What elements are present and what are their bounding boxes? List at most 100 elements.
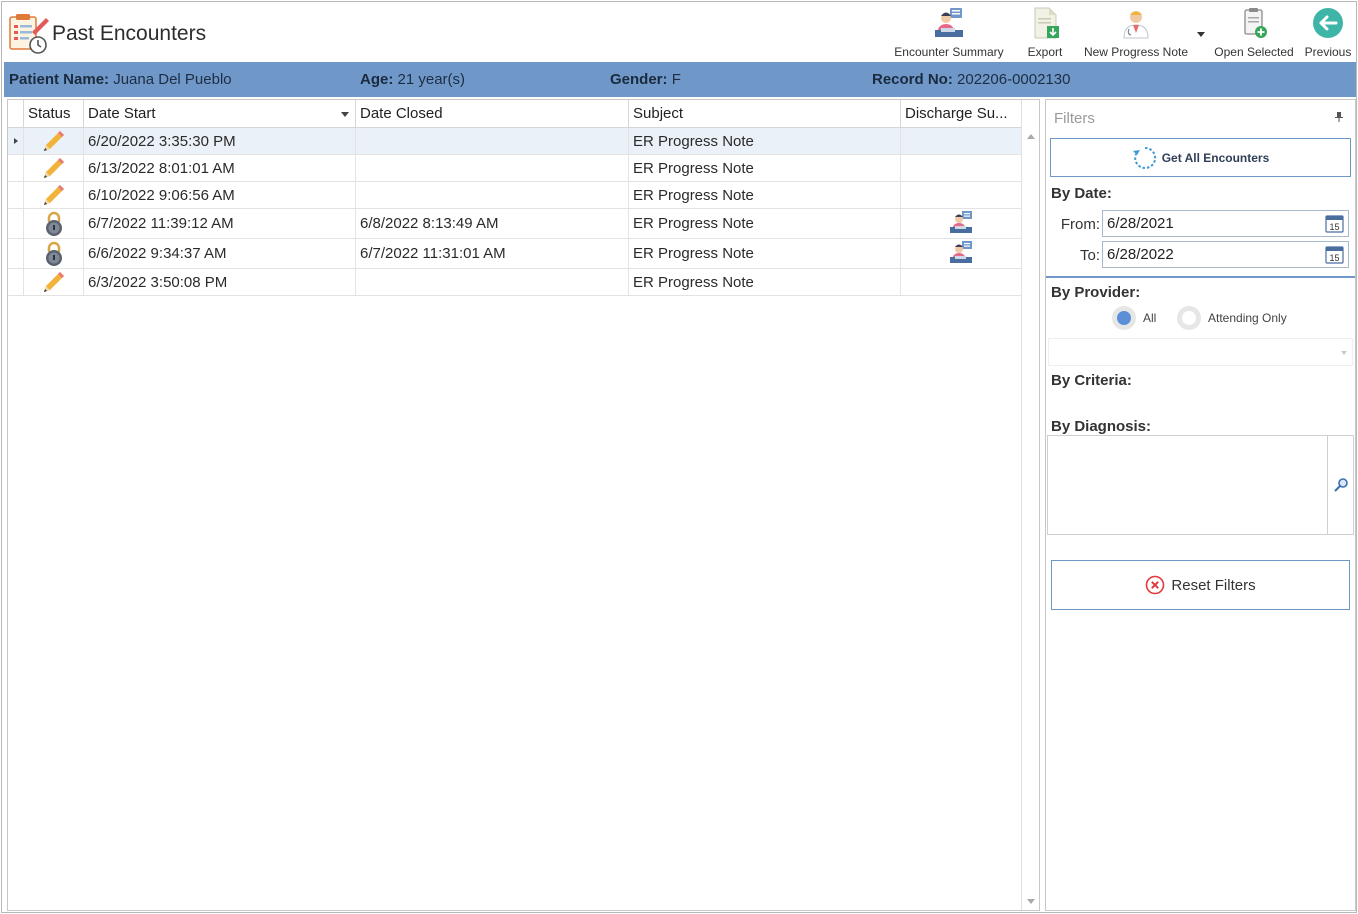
pencil-icon (24, 269, 84, 295)
lock-icon (24, 209, 84, 238)
gender-value: F (671, 71, 681, 88)
cell-date-start: 6/10/2022 9:06:56 AM (84, 182, 356, 208)
open-selected-label: Open Selected (1214, 45, 1294, 59)
provider-option-all[interactable]: All (1112, 306, 1156, 330)
column-header-date-start[interactable]: Date Start (84, 100, 356, 128)
row-indicator[interactable] (8, 209, 24, 238)
cell-date-closed: 6/8/2022 8:13:49 AM (356, 209, 629, 238)
calendar-icon[interactable]: 15 (1325, 245, 1344, 264)
reset-filters-button[interactable]: Reset Filters (1051, 560, 1350, 610)
grid-vertical-scrollbar[interactable] (1021, 100, 1039, 910)
encounter-summary-button[interactable]: Encounter Summary (891, 6, 1007, 62)
row-indicator[interactable] (8, 155, 24, 181)
doctor-icon (1123, 11, 1149, 39)
table-row[interactable]: 6/7/2022 11:39:12 AM 6/8/2022 8:13:49 AM E… (8, 209, 1022, 239)
column-header-date-start-label: Date Start (88, 105, 156, 122)
column-header-discharge-summary[interactable]: Discharge Su... (901, 100, 1022, 128)
age-label: Age: (360, 71, 394, 88)
cell-date-start: 6/7/2022 11:39:12 AM (84, 209, 356, 238)
record-number-label: Record No: (872, 71, 953, 88)
cell-subject: ER Progress Note (629, 182, 901, 208)
table-row[interactable]: 6/20/2022 3:35:30 PM ER Progress Note (8, 128, 1022, 155)
cell-subject: ER Progress Note (629, 269, 901, 295)
encounters-grid: Status Date Start Date Closed Subject Di… (7, 99, 1040, 911)
export-label: Export (1027, 45, 1063, 59)
encounter-summary-label: Encounter Summary (894, 45, 1004, 59)
previous-button[interactable]: Previous (1302, 6, 1354, 62)
row-indicator[interactable] (8, 128, 24, 154)
previous-label: Previous (1304, 45, 1352, 59)
row-indicator[interactable] (8, 182, 24, 208)
search-icon (1333, 478, 1348, 492)
record-number-value: 202206-0002130 (957, 71, 1071, 88)
table-row[interactable]: 6/10/2022 9:06:56 AM ER Progress Note (8, 182, 1022, 209)
row-indicator[interactable] (8, 269, 24, 295)
open-selected-button[interactable]: Open Selected (1212, 6, 1296, 62)
new-progress-note-label: New Progress Note (1083, 45, 1189, 59)
encounter-summary-icon (935, 8, 963, 37)
diagnosis-input[interactable] (1047, 435, 1354, 535)
patient-name-value: Juana Del Pueblo (113, 71, 232, 88)
pencil-icon (24, 155, 84, 181)
cell-subject: ER Progress Note (629, 128, 901, 154)
diagnosis-search-button[interactable] (1327, 436, 1353, 534)
export-icon (1034, 7, 1059, 39)
cell-discharge-summary (901, 155, 1022, 181)
clear-icon (1146, 575, 1165, 595)
to-date-field[interactable]: 6/28/2022 15 (1102, 241, 1349, 268)
new-progress-note-button[interactable]: New Progress Note (1082, 6, 1190, 62)
calendar-icon[interactable]: 15 (1325, 214, 1344, 233)
cell-date-start: 6/20/2022 3:35:30 PM (84, 128, 356, 154)
get-all-encounters-button[interactable]: Get All Encounters (1050, 138, 1351, 177)
radio-attending-only[interactable] (1177, 306, 1201, 330)
lock-icon (24, 239, 84, 268)
pin-icon[interactable] (1335, 112, 1343, 122)
cell-discharge-summary[interactable] (901, 239, 1022, 268)
from-label: From: (1060, 216, 1100, 233)
gender-label: Gender: (610, 71, 668, 88)
past-encounters-window: Past Encounters Encounter Summary Export… (1, 1, 1357, 913)
patient-gender-field: Gender: F (610, 71, 681, 88)
current-row-arrow-icon (13, 138, 18, 144)
cell-date-closed (356, 269, 629, 295)
cell-date-start: 6/6/2022 9:34:37 AM (84, 239, 356, 268)
scroll-down-icon[interactable] (1027, 899, 1035, 904)
patient-age-field: Age: 21 year(s) (360, 71, 465, 88)
back-arrow-icon (1313, 8, 1343, 38)
discharge-summary-icon[interactable] (948, 240, 974, 268)
discharge-summary-icon[interactable] (948, 210, 974, 238)
column-header-status[interactable]: Status (24, 100, 84, 128)
reset-filters-label: Reset Filters (1171, 576, 1256, 594)
patient-info-bar: Patient Name: Juana Del Pueblo Age: 21 y… (4, 62, 1356, 97)
get-all-encounters-label: Get All Encounters (1161, 150, 1270, 165)
from-date-field[interactable]: 6/28/2021 15 (1102, 210, 1349, 237)
column-header-subject[interactable]: Subject (629, 100, 901, 128)
patient-name-field: Patient Name: Juana Del Pueblo (9, 71, 232, 88)
cell-date-closed (356, 155, 629, 181)
table-row[interactable]: 6/3/2022 3:50:08 PM ER Progress Note (8, 269, 1022, 296)
patient-name-label: Patient Name: (9, 71, 110, 88)
provider-select[interactable] (1048, 338, 1353, 366)
filters-divider (1046, 276, 1355, 278)
new-progress-note-dropdown-caret[interactable] (1197, 32, 1205, 37)
age-value: 21 year(s) (397, 71, 466, 88)
pencil-icon (24, 128, 84, 154)
column-header-date-closed[interactable]: Date Closed (356, 100, 629, 128)
by-provider-label: By Provider: (1051, 284, 1141, 301)
cell-date-closed: 6/7/2022 11:31:01 AM (356, 239, 629, 268)
row-indicator[interactable] (8, 239, 24, 268)
scroll-up-icon[interactable] (1027, 134, 1035, 139)
provider-option-attending-only[interactable]: Attending Only (1177, 306, 1287, 330)
filters-title: Filters (1054, 110, 1095, 127)
cell-discharge-summary[interactable] (901, 209, 1022, 238)
refresh-icon (1132, 146, 1156, 169)
table-row[interactable]: 6/13/2022 8:01:01 AM ER Progress Note (8, 155, 1022, 182)
table-row[interactable]: 6/6/2022 9:34:37 AM 6/7/2022 11:31:01 AM E… (8, 239, 1022, 269)
page-title: Past Encounters (52, 22, 207, 45)
export-button[interactable]: Export (1020, 6, 1070, 62)
filters-panel: Filters Get All Encounters By Date: From… (1045, 99, 1356, 911)
cell-discharge-summary (901, 269, 1022, 295)
to-label: To: (1079, 247, 1100, 264)
radio-all[interactable] (1112, 306, 1136, 330)
provider-option-attending-only-label: Attending Only (1208, 311, 1287, 325)
